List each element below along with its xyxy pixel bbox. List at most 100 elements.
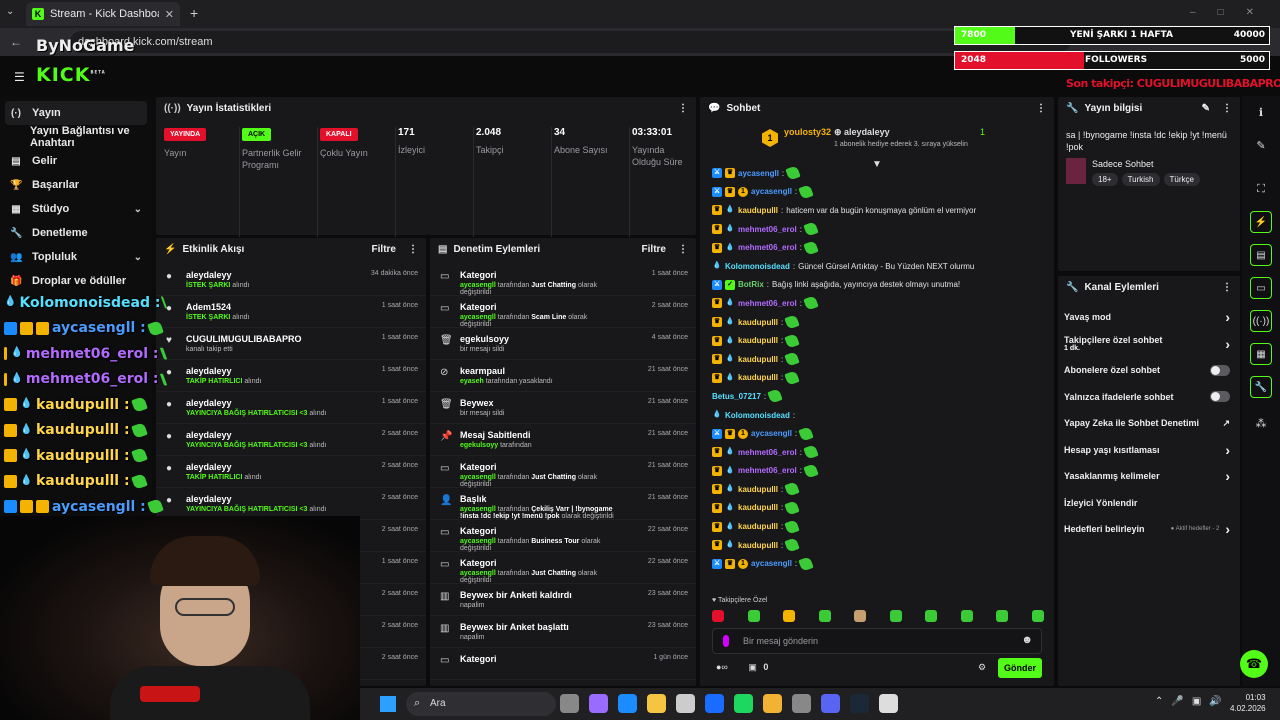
browser-tab[interactable]: K Stream - Kick Dashboard ✕ — [26, 2, 180, 26]
chat-username[interactable]: aycasengll — [751, 559, 792, 568]
spotify-icon[interactable] — [734, 694, 753, 713]
more-panels-icon[interactable]: ⁂ — [1250, 412, 1272, 434]
tray-icons[interactable]: ⌃🎤▣🔊 — [1155, 696, 1230, 707]
tab-list-icon[interactable]: ⌄ — [6, 6, 14, 17]
channel-action-item[interactable]: Hesap yaşı kısıtlaması › — [1058, 437, 1240, 464]
expand-icon[interactable]: ⛶ — [1250, 178, 1272, 200]
lightning-panel-icon[interactable]: ⚡ — [1250, 211, 1272, 233]
chat-message[interactable]: ♛ 💧 mehmet06_erol: — [700, 220, 1054, 239]
mail-icon[interactable] — [705, 694, 724, 713]
chat-username[interactable]: BotRix — [738, 280, 764, 289]
emoji-icon[interactable]: ☻ — [1021, 634, 1033, 646]
taskbar-search[interactable]: ⌕ Ara — [406, 692, 556, 716]
chat-username[interactable]: mehmet06_erol — [738, 299, 797, 308]
mic-icon[interactable] — [723, 635, 729, 647]
chat-message[interactable]: ⚔ ♛ 1 aycasengll: — [700, 424, 1054, 443]
moderation-item[interactable]: ▭ Kategori aycasengll tarafından Business … — [430, 520, 696, 552]
sidebar-item[interactable]: ▦ Stüdyo ⌄ — [0, 197, 152, 221]
activity-item[interactable]: ♥ CUGULIMUGULIBABAPRO kanalı takip etti 1 s… — [156, 328, 426, 360]
moderation-item[interactable]: ⊘ kearmpaul eyaseh tarafından yasaklandı 21… — [430, 360, 696, 392]
chat-message[interactable]: ⚔ ♛ aycasengll: — [700, 164, 1054, 183]
chat-message[interactable]: ♛ 💧 mehmet06_erol: — [700, 443, 1054, 462]
edit-icon[interactable]: ✎ — [1202, 103, 1210, 114]
chat-username[interactable]: mehmet06_erol — [738, 466, 797, 475]
chat-username[interactable]: kaudupulll — [738, 485, 778, 494]
chat-message[interactable]: 💧 Kolomonoisdead: — [700, 406, 1054, 425]
chat-message[interactable]: ⚔ ♛ 1 aycasengll: — [700, 554, 1054, 573]
discord-icon[interactable] — [821, 694, 840, 713]
sidebar-item[interactable]: 👥 Topluluk ⌄ — [0, 245, 152, 269]
chat-message[interactable]: ♛ 💧 kaudupulll: — [700, 313, 1054, 332]
chat-panel-icon[interactable]: ▭ — [1250, 277, 1272, 299]
sidebar-item[interactable]: ▤ Gelir — [0, 149, 152, 173]
pencil-icon[interactable]: ✎ — [1250, 134, 1272, 156]
chat-message[interactable]: ♛ 💧 kaudupulll: — [700, 517, 1054, 536]
tools-panel-icon[interactable]: 🔧 — [1250, 376, 1272, 398]
chat-message[interactable]: Betus_07217: — [700, 387, 1054, 406]
channel-action-item[interactable]: Abonelere özel sohbet — [1058, 357, 1240, 384]
back-icon[interactable]: ← — [10, 35, 22, 49]
chat-username[interactable]: aycasengll — [738, 169, 779, 178]
menu-icon[interactable]: ☰ — [14, 70, 25, 84]
chat-message[interactable]: ♛ 💧 kaudupulll: — [700, 331, 1054, 350]
chat-message[interactable]: ♛ 💧 kaudupulll: — [700, 499, 1054, 518]
chat-more-icon[interactable]: ⋮ — [1036, 103, 1046, 114]
camera-app-icon[interactable] — [560, 694, 579, 713]
channel-action-item[interactable]: Yapay Zeka ile Sohbet Denetimi ↗ — [1058, 410, 1240, 437]
chat-username[interactable]: kaudupulll — [738, 522, 778, 531]
users-icon[interactable]: ●∞ — [716, 662, 728, 672]
windows-start-icon[interactable] — [380, 696, 396, 712]
emote-icon[interactable] — [1031, 610, 1044, 622]
stats-more-icon[interactable]: ⋮ — [678, 103, 688, 114]
chat-message[interactable]: 💧 Kolomonoisdead: Güncel Gürsel Artıktay -… — [700, 257, 1054, 276]
pinned-gift-leaderboard[interactable]: 1 youlosty32 ⊕ aleydaleyy 1 1 abonelik h… — [760, 123, 1010, 163]
document-panel-icon[interactable]: ▤ — [1250, 244, 1272, 266]
chat-username[interactable]: kaudupulll — [738, 336, 778, 345]
info-icon[interactable]: ℹ — [1250, 101, 1272, 123]
emote-icon[interactable] — [783, 610, 796, 622]
chat-username[interactable]: kaudupulll — [738, 206, 778, 215]
moderation-more-icon[interactable]: ⋮ — [678, 244, 688, 255]
activity-item[interactable]: ● aleydaleyy TAKİP HATIRLICI alındı 2 saat … — [156, 456, 426, 488]
stream-info-more-icon[interactable]: ⋮ — [1222, 103, 1232, 114]
channel-action-item[interactable]: Yalnızca ifadelerle sohbet — [1058, 384, 1240, 411]
emote-fakta-icon[interactable] — [712, 610, 724, 622]
chat-username[interactable]: mehmet06_erol — [738, 225, 797, 234]
stream-tag[interactable]: Turkish — [1121, 173, 1160, 186]
chat-username[interactable]: kaudupulll — [738, 541, 778, 550]
moderation-item[interactable]: ▭ Kategori aycasengll tarafından Just Chat… — [430, 456, 696, 488]
emote-icon[interactable] — [854, 610, 867, 622]
moderation-item[interactable]: ▥ Beywex bir Anket başlattı napalim 23 saat… — [430, 616, 696, 648]
chat-message[interactable]: ♛ 💧 kaudupulll: — [700, 536, 1054, 555]
steam-icon[interactable] — [850, 694, 869, 713]
emote-icon[interactable] — [925, 610, 938, 622]
taskbar-clock[interactable]: 01:03 4.02.2026 — [1230, 692, 1266, 714]
channel-action-item[interactable]: İzleyici Yönlendir — [1058, 490, 1240, 517]
activity-item[interactable]: ● Adem1524 İSTEK ŞARKI alındı 1 saat önce — [156, 296, 426, 328]
channel-action-item[interactable]: Yasaklanmış kelimeler › — [1058, 463, 1240, 490]
emote-icon[interactable] — [747, 610, 760, 622]
activity-item[interactable]: ● aleydaleyy YAYINCIYA BAĞIŞ HATIRLATICISI… — [156, 424, 426, 456]
chat-message[interactable]: ♛ 💧 kaudupulll: — [700, 480, 1054, 499]
stream-tag[interactable]: Türkçe — [1163, 173, 1200, 186]
emote-icon[interactable] — [996, 610, 1009, 622]
chat-message[interactable]: ♛ 💧 mehmet06_erol: — [700, 294, 1054, 313]
store-icon[interactable] — [676, 694, 695, 713]
moderation-item[interactable]: ▥ Beywex bir Anketi kaldırdı napalim 23 saa… — [430, 584, 696, 616]
chat-input[interactable]: Bir mesaj gönderin ☻ — [712, 628, 1042, 654]
channel-action-item[interactable]: Takipçilere özel sohbet 1 dk. › — [1058, 331, 1240, 358]
chat-username[interactable]: kaudupulll — [738, 318, 778, 327]
sidebar-item[interactable]: 🔧 Denetleme — [0, 221, 152, 245]
moderation-item[interactable]: 👤 Başlık aycasengll tarafından Çekiliş Var… — [430, 488, 696, 520]
channel-action-item[interactable]: Hedefleri belirleyin ● Aktif hedefler - 2… — [1058, 516, 1240, 543]
emote-icon[interactable] — [818, 610, 831, 622]
support-chat-icon[interactable]: ☎ — [1240, 650, 1268, 678]
window-controls[interactable]: –□✕ — [1190, 7, 1276, 18]
chat-username[interactable]: kaudupulll — [738, 503, 778, 512]
chat-message[interactable]: ♛ 💧 kaudupulll: — [700, 350, 1054, 369]
kick-logo[interactable]: KICKBETA — [36, 64, 106, 86]
emote-icon[interactable] — [960, 610, 973, 622]
moderation-item[interactable]: ▭ Kategori aycasengll tarafından Scam Line… — [430, 296, 696, 328]
broadcast-panel-icon[interactable]: ((·)) — [1250, 310, 1272, 332]
sidebar-item[interactable]: 🏆 Başarılar — [0, 173, 152, 197]
